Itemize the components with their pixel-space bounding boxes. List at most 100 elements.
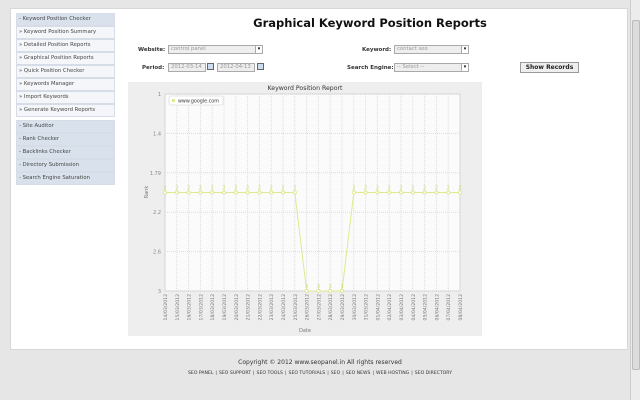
x-tick-label: 20/03/2012 xyxy=(234,294,240,321)
x-tick-label: 31/03/2012 xyxy=(364,294,370,321)
x-tick-label: 16/03/2012 xyxy=(187,294,193,321)
sidebar-item[interactable]: » Generate Keyword Reports xyxy=(16,104,115,117)
x-tick-label: 08/04/2012 xyxy=(458,294,464,321)
data-label: 3 xyxy=(340,284,343,290)
footer-link[interactable]: SEO NEWS xyxy=(346,371,371,376)
keyword-select[interactable]: contact seo ▾ xyxy=(394,45,469,54)
y-tick-label: 2.2 xyxy=(153,210,161,216)
link-separator: | xyxy=(372,371,375,376)
data-label: 3 xyxy=(317,284,320,290)
footer-link[interactable]: SEO SUPPORT xyxy=(219,371,251,376)
page-title: Graphical Keyword Position Reports xyxy=(253,16,487,30)
x-tick-label: 27/03/2012 xyxy=(316,294,322,321)
data-label: 2 xyxy=(270,186,273,192)
data-label: 2 xyxy=(435,186,438,192)
sidebar-item[interactable]: - Backlinks Checker xyxy=(16,146,115,159)
sidebar-item[interactable]: » Import Keywords xyxy=(16,91,115,104)
data-label: 2 xyxy=(222,186,225,192)
sidebar-item[interactable]: » Keywords Manager xyxy=(16,78,115,91)
data-label: 2 xyxy=(175,186,178,192)
data-label: 2 xyxy=(364,186,367,192)
show-records-button[interactable]: Show Records xyxy=(520,62,579,73)
sidebar-item[interactable]: » Graphical Position Reports xyxy=(16,52,115,65)
x-tick-label: 14/03/2012 xyxy=(163,294,169,321)
x-tick-label: 25/03/2012 xyxy=(293,294,299,321)
footer-link[interactable]: SEO TOOLS xyxy=(257,371,283,376)
data-label: 2 xyxy=(211,186,214,192)
data-label: 3 xyxy=(329,284,332,290)
data-label: 2 xyxy=(352,186,355,192)
x-tick-label: 05/04/2012 xyxy=(423,294,429,321)
sidebar-item[interactable]: - Keyword Position Checker xyxy=(16,13,115,26)
data-label: 2 xyxy=(246,186,249,192)
data-label: 2 xyxy=(281,186,284,192)
sidebar-item[interactable]: - Directory Submission xyxy=(16,159,115,172)
calendar-icon[interactable] xyxy=(257,63,264,70)
x-tick-label: 17/03/2012 xyxy=(198,294,204,321)
search-engine-select[interactable]: -- Select -- ▾ xyxy=(394,63,469,72)
data-label: 2 xyxy=(163,186,166,192)
sidebar-item[interactable]: » Quick Position Checker xyxy=(16,65,115,78)
data-label: 2 xyxy=(411,186,414,192)
to-date-input[interactable]: 2012-04-13 xyxy=(217,63,255,72)
footer-link[interactable]: WEB HOSTING xyxy=(376,371,409,376)
link-separator: | xyxy=(215,371,217,376)
data-label: 2 xyxy=(376,186,379,192)
sidebar-item[interactable]: » Keyword Position Summary xyxy=(16,26,115,39)
chevron-down-icon: ▾ xyxy=(255,46,262,53)
data-label: 2 xyxy=(187,186,190,192)
link-separator: | xyxy=(342,371,344,376)
search-engine-label: Search Engine: xyxy=(347,65,394,71)
x-tick-label: 07/04/2012 xyxy=(446,294,452,321)
copyright-text: Copyright © 2012 www.seopanel.in All rig… xyxy=(238,359,402,366)
data-label: 2 xyxy=(388,186,391,192)
chart-panel: 14/03/2012 15/03/2012 16/03/2012 17/03/2012… xyxy=(128,82,482,336)
x-tick-label: 22/03/2012 xyxy=(257,294,263,321)
website-select-value: control panel xyxy=(171,46,206,52)
x-tick-label: 23/03/2012 xyxy=(269,294,275,321)
data-label: 2 xyxy=(234,186,237,192)
chevron-down-icon: ▾ xyxy=(461,64,468,71)
data-label: 2 xyxy=(423,186,426,192)
x-tick-label: 24/03/2012 xyxy=(281,294,287,321)
x-tick-label: 18/03/2012 xyxy=(210,294,216,321)
data-label: 2 xyxy=(458,186,461,192)
x-axis-label: Date xyxy=(299,328,311,334)
footer-link[interactable]: SEO TUTORIALS xyxy=(289,371,326,376)
from-date-input[interactable]: 2012-03-14 xyxy=(168,63,206,72)
x-tick-label: 28/03/2012 xyxy=(328,294,334,321)
website-label: Website: xyxy=(138,47,166,53)
link-separator: | xyxy=(327,371,329,376)
footer-links: SEO PANEL | SEO SUPPORT | SEO TOOLS | SEO TUTO… xyxy=(0,371,640,376)
data-label: 2 xyxy=(258,186,261,192)
x-tick-label: 15/03/2012 xyxy=(175,294,181,321)
sidebar-item[interactable]: - Site Auditor xyxy=(16,120,115,133)
footer-link[interactable]: SEO xyxy=(331,371,340,376)
calendar-icon[interactable] xyxy=(207,63,214,70)
x-tick-label: 21/03/2012 xyxy=(246,294,252,321)
sidebar-item[interactable]: - Rank Checker xyxy=(16,133,115,146)
footer-link[interactable]: SEO DIRECTORY xyxy=(415,371,452,376)
sidebar-item[interactable]: - Search Engine Saturation xyxy=(16,172,115,185)
x-tick-label: 26/03/2012 xyxy=(305,294,311,321)
y-tick-label: 1 xyxy=(158,92,161,98)
legend-label: www.google.com xyxy=(178,99,219,105)
x-tick-label: 02/04/2012 xyxy=(387,294,393,321)
website-select[interactable]: control panel ▾ xyxy=(168,45,263,54)
link-separator: | xyxy=(284,371,287,376)
sidebar-menu: - Keyword Position Checker» Keyword Posi… xyxy=(16,13,115,185)
y-tick-label: 1.79 xyxy=(150,171,161,177)
footer-link[interactable]: SEO PANEL xyxy=(188,371,213,376)
x-tick-label: 06/04/2012 xyxy=(434,294,440,321)
sidebar-item[interactable]: » Detailed Position Reports xyxy=(16,39,115,52)
chart-title: Keyword Position Report xyxy=(268,85,344,92)
vertical-scrollbar[interactable] xyxy=(630,0,640,400)
scrollbar-thumb[interactable] xyxy=(632,20,640,370)
x-tick-label: 03/04/2012 xyxy=(399,294,405,321)
y-tick-label: 1.4 xyxy=(153,131,161,137)
period-label: Period: xyxy=(142,65,165,71)
keyword-select-value: contact seo xyxy=(397,46,428,52)
data-label: 2 xyxy=(199,186,202,192)
keyword-position-chart: 14/03/2012 15/03/2012 16/03/2012 17/03/2012… xyxy=(144,85,464,334)
data-label: 2 xyxy=(399,186,402,192)
